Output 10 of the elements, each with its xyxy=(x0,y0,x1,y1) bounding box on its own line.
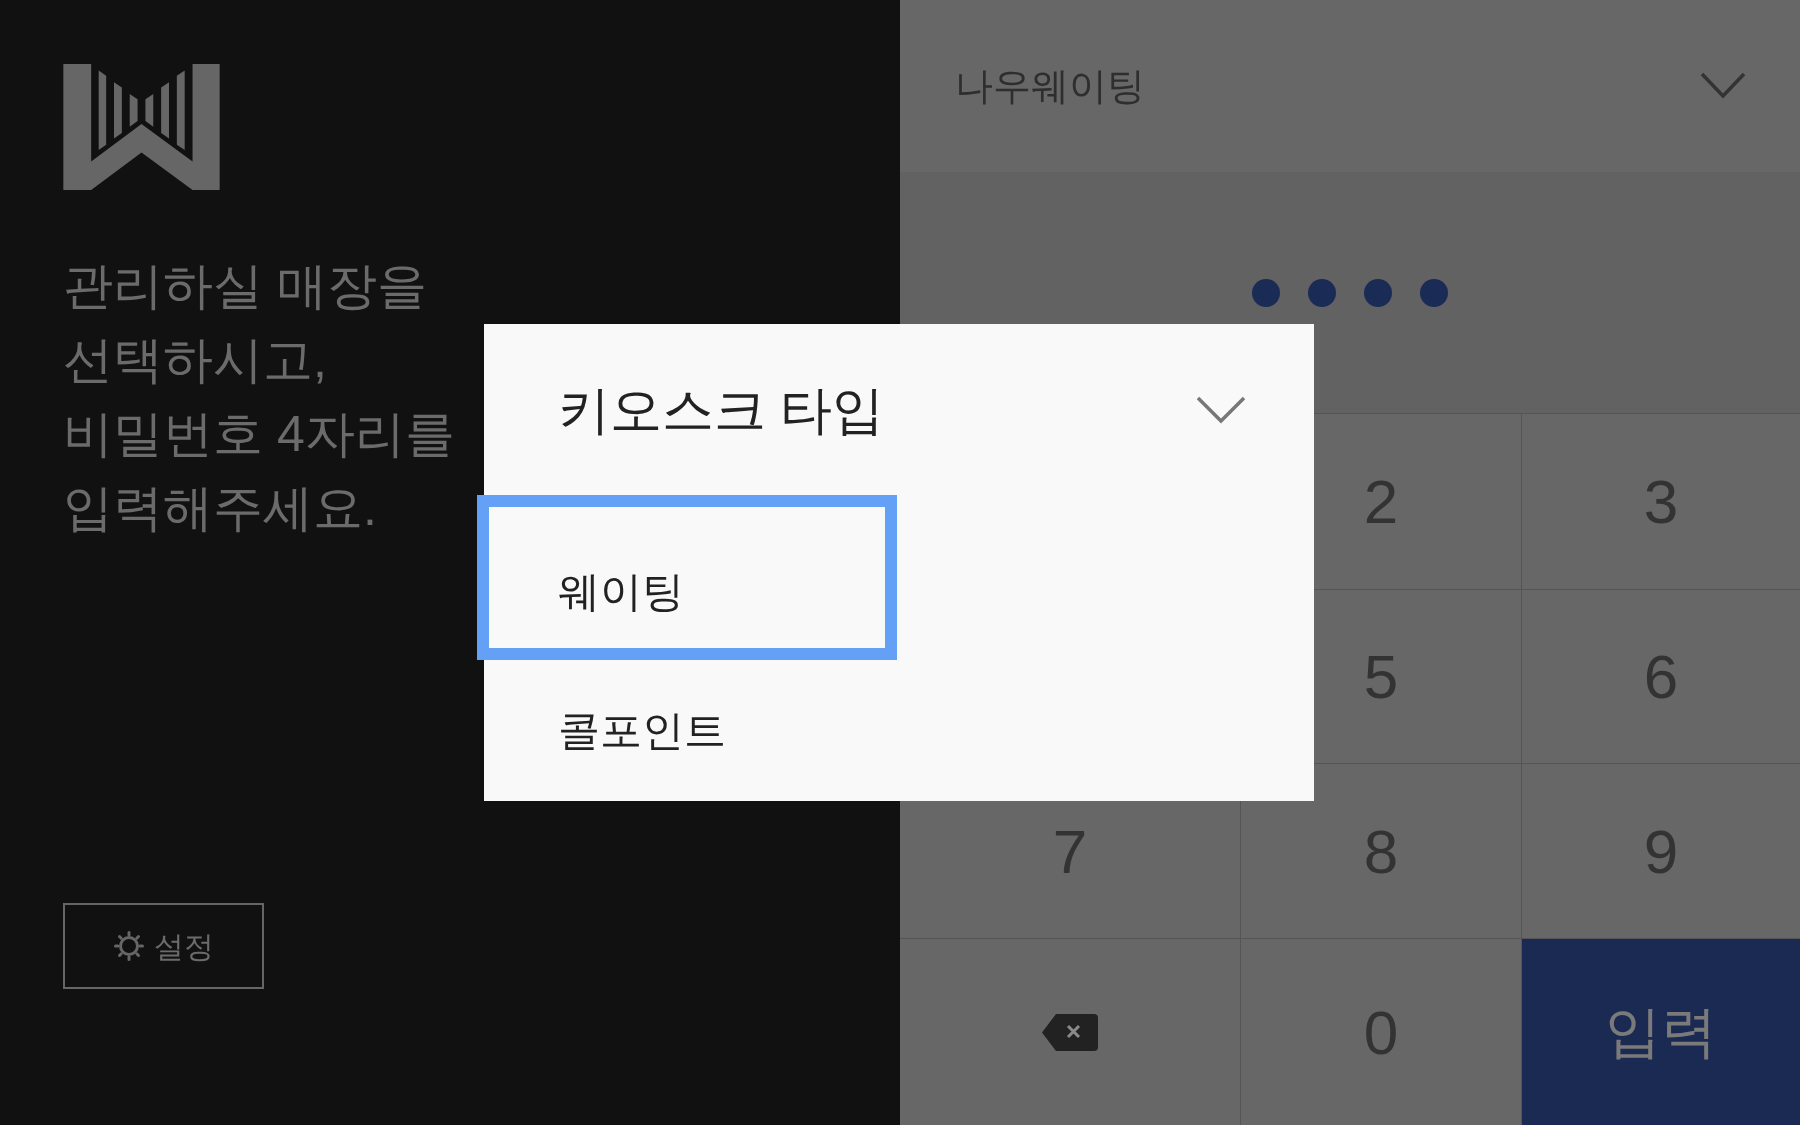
backspace-key[interactable] xyxy=(900,939,1240,1125)
chevron-down-icon xyxy=(1196,395,1246,424)
dropdown-option[interactable]: 웨이팅 xyxy=(477,495,897,660)
enter-key[interactable]: 입력 xyxy=(1522,939,1800,1125)
instruction-text: 관리하실 매장을 선택하시고, 비밀번호 4자리를 입력해주세요. xyxy=(63,257,455,538)
settings-button[interactable]: 설정 xyxy=(63,903,264,989)
backspace-icon xyxy=(1042,1013,1098,1051)
settings-icon xyxy=(113,931,144,961)
dropdown-option[interactable]: 콜포인트 xyxy=(477,660,897,801)
chevron-down-icon xyxy=(1700,72,1746,100)
